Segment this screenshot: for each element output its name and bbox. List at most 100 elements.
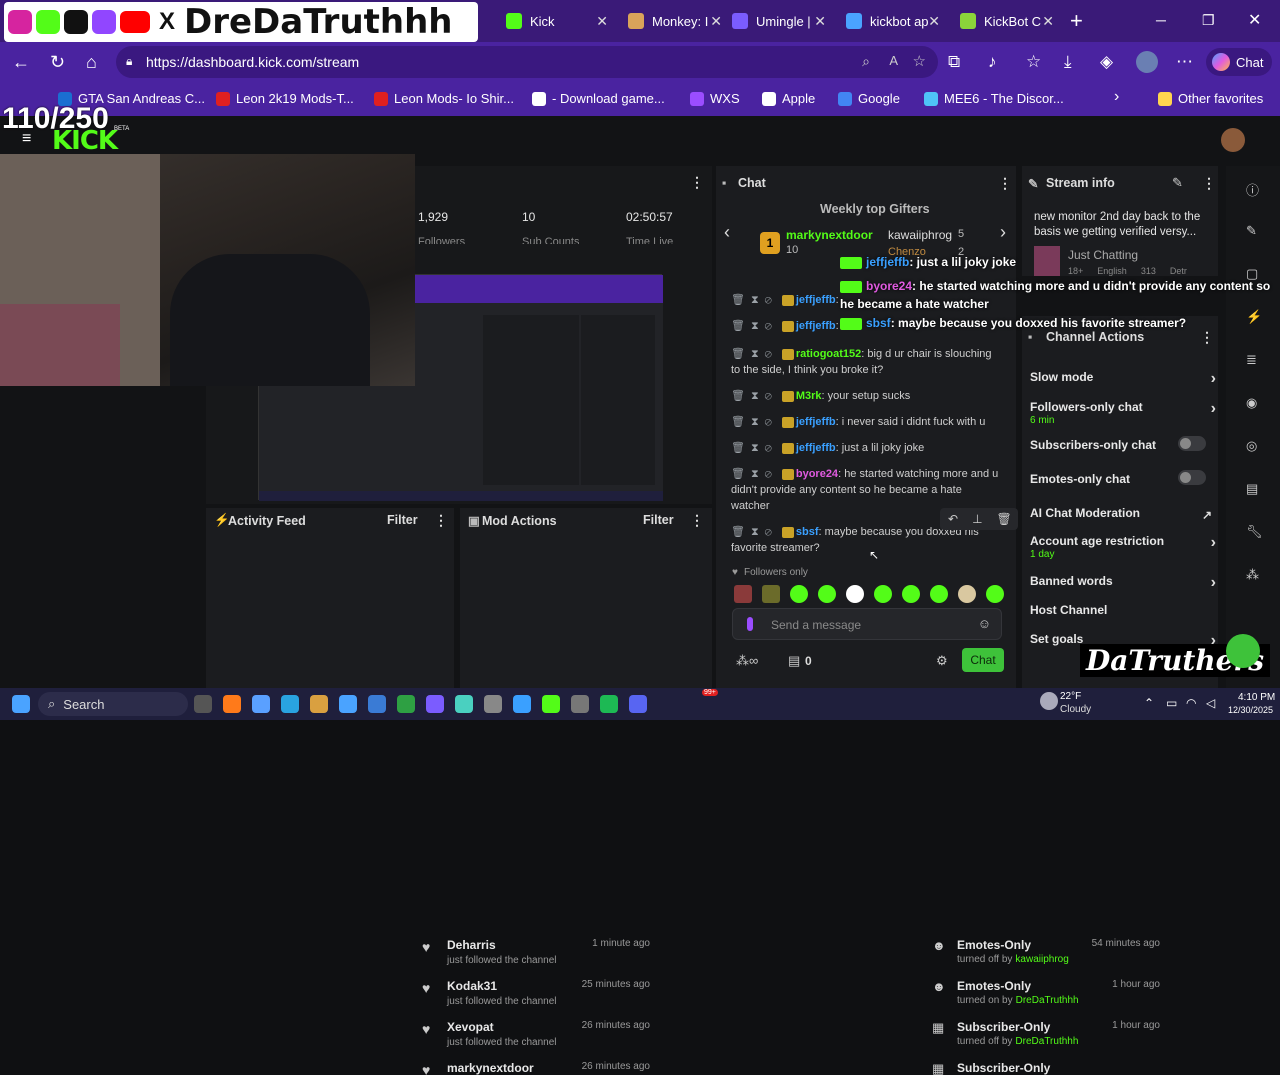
reply-icon[interactable]: ↶: [948, 512, 958, 526]
browser-tab[interactable]: Umingle | ✕: [722, 6, 834, 36]
delete-icon[interactable]: 🗑︎: [997, 512, 1012, 526]
taskbar-app-icon[interactable]: [252, 695, 270, 713]
chat-bubble-icon[interactable]: ◉: [1246, 395, 1257, 411]
taskbar-app-icon[interactable]: [310, 695, 328, 713]
emote-icon[interactable]: [846, 585, 864, 603]
taskbar-app-icon[interactable]: [223, 695, 241, 713]
mod-action-by[interactable]: DreDaTruthhh: [1015, 1036, 1078, 1047]
back-icon[interactable]: ←: [12, 52, 30, 73]
info-icon[interactable]: ⓘ: [1246, 180, 1259, 199]
bookmark-item[interactable]: WXS: [690, 91, 740, 106]
follower-name[interactable]: Deharris: [447, 938, 496, 952]
reload-icon[interactable]: ↻: [50, 52, 65, 73]
message-mod-tools-icon[interactable]: 🗑︎⧗⊘: [731, 294, 778, 306]
emote-icon[interactable]: [874, 585, 892, 603]
tray-wifi-icon[interactable]: ◠: [1186, 696, 1196, 710]
mod-action-by[interactable]: kawaiiphrog: [1015, 954, 1068, 965]
channel-action-row[interactable]: Followers-only chat 6 min ›: [1030, 400, 1216, 426]
tab-close-icon[interactable]: ✕: [928, 13, 940, 30]
pin-icon[interactable]: ⊥: [972, 512, 982, 526]
taskbar-app-icon[interactable]: [339, 695, 357, 713]
activity-feed-menu-icon[interactable]: ⋮: [434, 512, 448, 529]
bookmark-item[interactable]: Apple: [762, 91, 815, 106]
stream-info-edit-icon[interactable]: ✎: [1172, 175, 1183, 191]
favorites-icon[interactable]: ☆: [1026, 52, 1041, 72]
user-avatar[interactable]: [1221, 128, 1245, 152]
downloads-icon[interactable]: ⤓: [1064, 52, 1072, 72]
message-mod-tools-icon[interactable]: 🗑︎⧗⊘: [731, 442, 778, 454]
chat-username[interactable]: sbsf: [796, 526, 819, 538]
follower-name[interactable]: Kodak31: [447, 979, 497, 993]
chat-username[interactable]: jeffjeffb: [796, 294, 836, 306]
channel-action-row[interactable]: Subscribers-only chat: [1030, 436, 1216, 452]
taskbar-app-icon[interactable]: [368, 695, 386, 713]
emote-icon[interactable]: [734, 585, 752, 603]
activity-feed-filter[interactable]: Filter: [387, 513, 418, 527]
emote-icon[interactable]: [818, 585, 836, 603]
read-aloud-icon[interactable]: A: [889, 53, 898, 68]
browser-tab[interactable]: Kick ✕: [496, 6, 616, 36]
bookmark-item[interactable]: MEE6 - The Discor...: [924, 91, 1064, 106]
channel-action-row[interactable]: AI Chat Moderation ↗: [1030, 506, 1216, 522]
toggle-switch[interactable]: [1178, 470, 1206, 485]
taskbar-app-icon[interactable]: [513, 695, 531, 713]
tab-close-icon[interactable]: ✕: [596, 13, 608, 30]
tray-chevron-icon[interactable]: ⌃: [1144, 696, 1154, 710]
bookmarks-overflow-icon[interactable]: ›: [1114, 88, 1119, 106]
gifters-prev-icon[interactable]: ‹: [724, 222, 730, 243]
message-mod-tools-icon[interactable]: 🗑︎⧗⊘: [731, 416, 778, 428]
message-mod-tools-icon[interactable]: 🗑︎⧗⊘: [731, 468, 778, 480]
people-icon[interactable]: ⁂: [1246, 567, 1259, 583]
weather-temp[interactable]: 22°F: [1060, 691, 1081, 702]
channel-action-row[interactable]: Host Channel: [1030, 603, 1216, 617]
favorite-star-icon[interactable]: ☆: [913, 52, 926, 70]
emote-icon[interactable]: [902, 585, 920, 603]
edit-icon[interactable]: ✎: [1246, 223, 1257, 239]
emote-icon[interactable]: [930, 585, 948, 603]
new-tab-icon[interactable]: +: [1070, 8, 1083, 34]
gifters-next-icon[interactable]: ›: [1000, 222, 1006, 243]
copilot-chat-button[interactable]: Chat: [1206, 48, 1272, 76]
close-window-icon[interactable]: ✕: [1248, 10, 1261, 30]
stream-info-menu-icon[interactable]: ⋮: [1202, 175, 1216, 192]
chat-username[interactable]: jeffjeffb: [796, 320, 836, 332]
browser-tab[interactable]: kickbot ap ✕: [836, 6, 948, 36]
bookmark-item[interactable]: Google: [838, 91, 900, 106]
chat-menu-icon[interactable]: ⋮: [998, 175, 1012, 192]
taskbar-app-icon[interactable]: [600, 695, 618, 713]
tab-close-icon[interactable]: ✕: [1042, 13, 1054, 30]
profile-avatar-icon[interactable]: [1136, 51, 1158, 73]
wrench-icon[interactable]: 🔧︎: [1246, 524, 1263, 540]
chat-username[interactable]: jeffjeffb: [796, 416, 836, 428]
emote-icon[interactable]: [762, 585, 780, 603]
gifter-2-name[interactable]: kawaiiphrog: [888, 228, 952, 242]
clock-date[interactable]: 12/30/2025: [1228, 705, 1273, 715]
taskbar-app-icon[interactable]: [629, 695, 647, 713]
tray-network-icon[interactable]: ▭: [1166, 696, 1177, 710]
taskbar-app-icon[interactable]: [397, 695, 415, 713]
minimize-icon[interactable]: ─: [1156, 12, 1166, 28]
weather-desc[interactable]: Cloudy: [1060, 704, 1091, 715]
bookmark-item[interactable]: Other favorites: [1158, 91, 1263, 106]
message-mod-tools-icon[interactable]: 🗑︎⧗⊘: [731, 526, 778, 538]
mod-action-by[interactable]: DreDaTruthhh: [1016, 995, 1079, 1006]
extensions-icon[interactable]: ⧉: [948, 52, 960, 72]
emote-icon[interactable]: [986, 585, 1004, 603]
taskbar-search[interactable]: ⌕ Search: [38, 692, 188, 716]
message-mod-tools-icon[interactable]: 🗑︎⧗⊘: [731, 348, 778, 360]
restore-icon[interactable]: ❐: [1202, 12, 1215, 29]
notes-icon[interactable]: ≣: [1246, 352, 1257, 368]
bookmark-item[interactable]: Leon 2k19 Mods-T...: [216, 91, 354, 106]
message-mod-tools-icon[interactable]: 🗑︎⧗⊘: [731, 390, 778, 402]
taskbar-app-icon[interactable]: [571, 695, 589, 713]
bookmark-item[interactable]: Leon Mods- Io Shir...: [374, 91, 514, 106]
chat-send-button[interactable]: Chat: [962, 648, 1004, 672]
home-icon[interactable]: ⌂: [86, 52, 97, 73]
taskbar-app-icon[interactable]: [542, 695, 560, 713]
channel-action-row[interactable]: Banned words ›: [1030, 574, 1216, 591]
shield-icon[interactable]: ◈: [1100, 52, 1113, 72]
top-gifter-name[interactable]: markynextdoor: [786, 228, 873, 242]
more-icon[interactable]: ⋯: [1176, 52, 1193, 72]
mod-actions-filter[interactable]: Filter: [643, 513, 674, 527]
follower-name[interactable]: markynextdoor: [447, 1061, 534, 1075]
